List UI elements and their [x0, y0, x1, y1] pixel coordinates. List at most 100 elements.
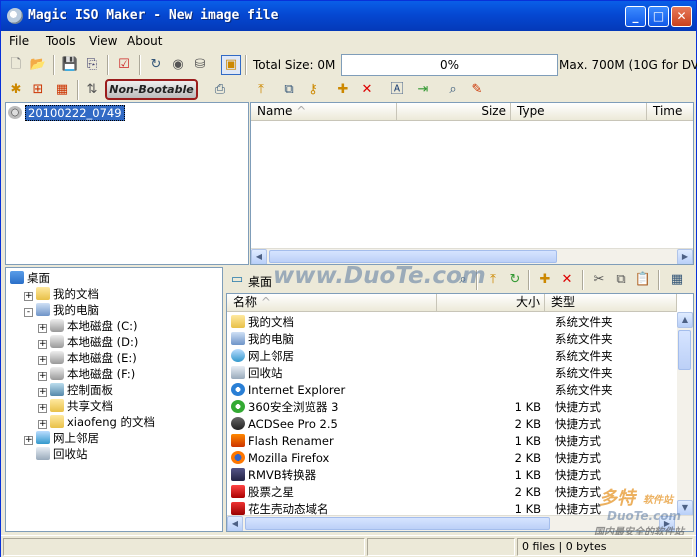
- file-row[interactable]: Flash Renamer 1 KB 快捷方式: [227, 433, 677, 450]
- expand-icon[interactable]: +: [24, 436, 33, 445]
- tree-node[interactable]: + 本地磁盘 (C:): [38, 318, 138, 335]
- virtual-drive-icon[interactable]: ⛁: [191, 56, 209, 74]
- scroll-right-button[interactable]: ▶: [677, 249, 693, 264]
- minimize-button[interactable]: _: [625, 6, 646, 27]
- menu-tools[interactable]: Tools: [46, 34, 76, 48]
- column-header-type[interactable]: 类型: [545, 294, 677, 312]
- boot-info-icon[interactable]: ⎙: [211, 81, 229, 99]
- tree-node[interactable]: 回收站: [24, 446, 88, 463]
- paste-icon[interactable]: 📋: [634, 271, 652, 289]
- column-header-type[interactable]: Type: [511, 103, 647, 121]
- tree-node[interactable]: + 本地磁盘 (D:): [38, 334, 138, 351]
- scroll-left-button[interactable]: ◀: [227, 516, 243, 531]
- file-row[interactable]: Mozilla Firefox 2 KB 快捷方式: [227, 450, 677, 467]
- app-cd-icon[interactable]: [7, 8, 23, 24]
- new-folder-icon[interactable]: ✱: [7, 81, 25, 99]
- remove-icon[interactable]: ✕: [358, 81, 376, 99]
- file-row[interactable]: 回收站 系统文件夹: [227, 365, 677, 382]
- image-root-node[interactable]: 20100222_0749: [8, 105, 125, 122]
- expand-icon[interactable]: +: [24, 292, 33, 301]
- close-button[interactable]: ✕: [671, 6, 692, 27]
- file-name: Flash Renamer: [248, 434, 334, 448]
- toolbar-separator: [77, 80, 79, 100]
- file-row[interactable]: 网上邻居 系统文件夹: [227, 348, 677, 365]
- scroll-thumb[interactable]: [245, 517, 550, 530]
- settings-icon[interactable]: ✎: [468, 81, 486, 99]
- tree-node[interactable]: + 本地磁盘 (F:): [38, 366, 135, 383]
- burn-cd-icon[interactable]: ◉: [169, 56, 187, 74]
- file-name: 我的文档: [248, 315, 294, 329]
- scroll-up-button[interactable]: ▲: [677, 312, 693, 328]
- expand-icon[interactable]: +: [38, 388, 47, 397]
- image-root-label: 20100222_0749: [25, 105, 125, 121]
- local-folder-tree: 桌面 + 我的文档 - 我的电脑 + 本地磁盘 (C:) + 本地磁盘 (D:) + 本地磁盘 (E…: [5, 267, 223, 532]
- layout-toggle-icon[interactable]: ▣: [221, 55, 241, 75]
- column-header-name[interactable]: 名称 ^: [227, 294, 437, 312]
- refresh-icon[interactable]: ↻: [147, 56, 165, 74]
- properties-icon[interactable]: ☑: [115, 56, 133, 74]
- scroll-thumb[interactable]: [269, 250, 557, 263]
- non-bootable-button[interactable]: Non-Bootable: [105, 79, 198, 100]
- image-list-hscrollbar[interactable]: ◀ ▶: [251, 248, 693, 264]
- delete-icon[interactable]: ✕: [558, 271, 576, 289]
- copy-icon[interactable]: ⧉: [612, 271, 630, 289]
- view-mode-icon[interactable]: ▦: [668, 271, 686, 289]
- tree-node[interactable]: - 我的电脑: [24, 302, 99, 319]
- tree-node[interactable]: + 网上邻居: [24, 430, 99, 447]
- expand-icon[interactable]: +: [38, 404, 47, 413]
- new-folder-icon[interactable]: ✚: [536, 271, 554, 289]
- tree-node[interactable]: + 共享文档: [38, 398, 113, 415]
- column-header-name[interactable]: Name ^: [251, 103, 397, 121]
- refresh-icon[interactable]: ↻: [506, 271, 524, 289]
- column-header-time[interactable]: Time: [647, 103, 693, 121]
- save-as-icon[interactable]: ⎘: [83, 56, 101, 74]
- expand-icon[interactable]: +: [38, 372, 47, 381]
- sort-icon[interactable]: ⇅: [83, 81, 101, 99]
- tree-node[interactable]: + xiaofeng 的文档: [38, 414, 155, 431]
- expand-icon[interactable]: +: [38, 356, 47, 365]
- file-row[interactable]: Internet Explorer 系统文件夹: [227, 382, 677, 399]
- open-folder-icon[interactable]: 📂: [29, 56, 47, 74]
- column-header-size[interactable]: Size: [397, 103, 511, 121]
- tree-node[interactable]: + 本地磁盘 (E:): [38, 350, 137, 367]
- window-title: Magic ISO Maker - New image file: [28, 8, 279, 23]
- wizard-icon[interactable]: ⚷: [304, 81, 322, 99]
- new-file-icon[interactable]: 🗋: [7, 56, 25, 74]
- save-icon[interactable]: 💾: [61, 56, 79, 74]
- extract-icon[interactable]: ⧉: [280, 81, 298, 99]
- parent-folder-icon[interactable]: ⤒: [484, 271, 502, 289]
- status-cell-empty: [367, 538, 515, 556]
- export-icon[interactable]: ⇥: [414, 81, 432, 99]
- column-header-size[interactable]: 大小: [437, 294, 545, 312]
- menu-view[interactable]: View: [89, 34, 117, 48]
- tree-node[interactable]: + 控制面板: [38, 382, 113, 399]
- new-dir-icon[interactable]: ✚: [334, 81, 352, 99]
- add-files-icon[interactable]: ⊞: [29, 81, 47, 99]
- file-row[interactable]: ACDSee Pro 2.5 2 KB 快捷方式: [227, 416, 677, 433]
- file-row[interactable]: 我的电脑 系统文件夹: [227, 331, 677, 348]
- delete-icon[interactable]: ▦: [53, 81, 71, 99]
- tree-node[interactable]: 桌面: [10, 270, 50, 287]
- expand-icon[interactable]: +: [38, 420, 47, 429]
- status-bar: 0 files | 0 bytes: [1, 535, 696, 557]
- collapse-icon[interactable]: -: [24, 308, 33, 317]
- maximize-button[interactable]: □: [648, 6, 669, 27]
- tree-node-label: 我的文档: [53, 287, 99, 301]
- tree-node[interactable]: + 我的文档: [24, 286, 99, 303]
- cut-icon[interactable]: ✂: [590, 271, 608, 289]
- expand-icon[interactable]: +: [38, 324, 47, 333]
- menu-about[interactable]: About: [127, 34, 162, 48]
- file-list-vscrollbar[interactable]: ▲ ▼: [677, 312, 693, 516]
- scroll-thumb[interactable]: [678, 330, 691, 370]
- scroll-left-button[interactable]: ◀: [251, 249, 267, 264]
- file-row[interactable]: RMVB转换器 1 KB 快捷方式: [227, 467, 677, 484]
- tree-node-label: 本地磁盘 (C:): [67, 319, 138, 333]
- rename-icon[interactable]: 🄰: [388, 81, 406, 99]
- file-row[interactable]: 我的文档 系统文件夹: [227, 314, 677, 331]
- up-folder-icon[interactable]: ⤒: [252, 81, 270, 99]
- find-icon[interactable]: ⌕: [444, 81, 462, 99]
- file-name-cell: ACDSee Pro 2.5: [231, 416, 338, 433]
- file-row[interactable]: 360安全浏览器 3 1 KB 快捷方式: [227, 399, 677, 416]
- menu-file[interactable]: File: [9, 34, 29, 48]
- expand-icon[interactable]: +: [38, 340, 47, 349]
